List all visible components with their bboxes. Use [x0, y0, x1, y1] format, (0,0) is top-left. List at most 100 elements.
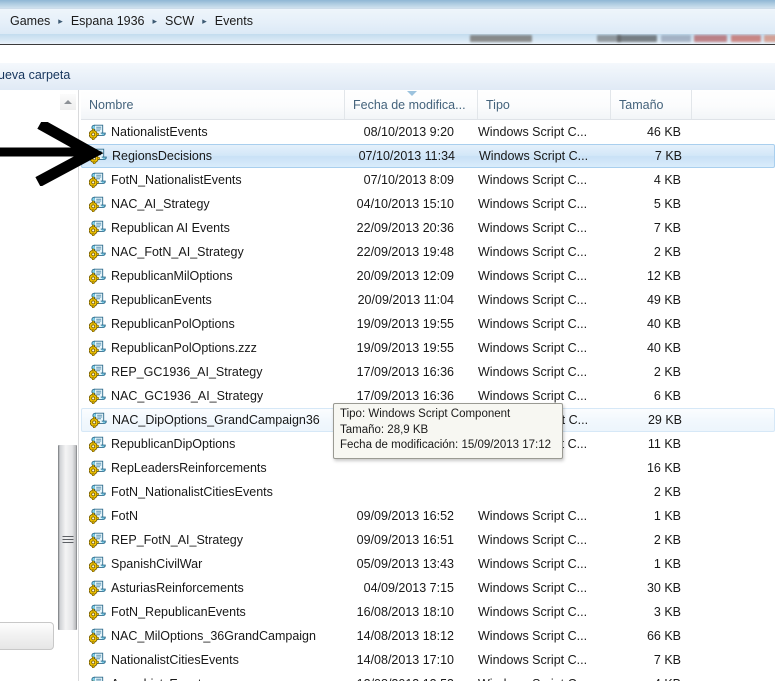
column-header-spacer[interactable] — [692, 90, 775, 119]
file-size-cell: 30 KB — [611, 576, 689, 600]
file-size-cell: 2 KB — [611, 360, 689, 384]
file-date-cell: 14/08/2013 18:12 — [345, 624, 466, 648]
file-date-cell: 07/10/2013 8:09 — [345, 168, 466, 192]
file-size-cell: 3 KB — [611, 600, 689, 624]
scrollbar-thumb[interactable] — [58, 445, 77, 630]
file-name-label: NAC_MilOptions_36GrandCampaign — [111, 629, 316, 643]
file-date-cell — [345, 480, 466, 504]
file-name-cell: RepublicanEvents — [81, 288, 345, 312]
table-row[interactable]: RepublicanPolOptions.zzz19/09/2013 19:55… — [81, 336, 775, 360]
file-name-cell: RepublicanPolOptions — [81, 312, 345, 336]
file-date-cell — [345, 456, 466, 480]
file-name-label: NAC_GC1936_AI_Strategy — [111, 389, 263, 403]
table-row[interactable]: Republican AI Events22/09/2013 20:36Wind… — [81, 216, 775, 240]
file-name-cell: NationalistCitiesEvents — [81, 648, 345, 672]
breadcrumb-separator-icon: ▸ — [153, 17, 158, 26]
table-row[interactable]: RepublicanMilOptions20/09/2013 12:09Wind… — [81, 264, 775, 288]
table-row[interactable]: FotN_RepublicanEvents16/08/2013 18:10Win… — [81, 600, 775, 624]
breadcrumb-item-3[interactable]: Events — [213, 14, 255, 28]
table-row[interactable]: NAC_AI_Strategy04/10/2013 15:10Windows S… — [81, 192, 775, 216]
table-row[interactable]: NationalistCitiesEvents14/08/2013 17:10W… — [81, 648, 775, 672]
file-name-label: REP_GC1936_AI_Strategy — [111, 365, 262, 379]
file-name-label: FotN_NationalistCitiesEvents — [111, 485, 273, 499]
file-name-label: RepublicanEvents — [111, 293, 212, 307]
table-row[interactable]: FotN_NationalistCitiesEvents2 KB — [81, 480, 775, 504]
column-header-tamano[interactable]: Tamaño — [611, 90, 692, 119]
script-component-icon — [89, 268, 106, 284]
file-tooltip: Tipo: Windows Script Component Tamaño: 2… — [333, 403, 563, 459]
file-type-cell: Windows Script C... — [478, 216, 611, 240]
file-name-label: RepublicanPolOptions — [111, 317, 235, 331]
explorer-window: Games ▸ Espana 1936 ▸ SCW ▸ Events ueva … — [0, 0, 775, 681]
file-date-cell: 09/09/2013 16:51 — [345, 528, 466, 552]
script-component-icon — [89, 580, 106, 596]
table-row[interactable]: SpanishCivilWar05/09/2013 13:43Windows S… — [81, 552, 775, 576]
file-name-label: NationalistEvents — [111, 125, 208, 139]
file-type-cell: Windows Script C... — [478, 624, 611, 648]
file-type-cell: Windows Script C... — [478, 648, 611, 672]
file-name-cell: Republican AI Events — [81, 216, 345, 240]
file-size-cell: 2 KB — [611, 528, 689, 552]
file-name-label: FotN — [111, 509, 138, 523]
table-row[interactable]: NationalistEvents08/10/2013 9:20Windows … — [81, 120, 775, 144]
breadcrumb-item-1[interactable]: Espana 1936 — [69, 14, 147, 28]
breadcrumb-item-2[interactable]: SCW — [163, 14, 196, 28]
file-name-cell: NAC_AI_Strategy — [81, 192, 345, 216]
file-name-cell: RepublicanPolOptions.zzz — [81, 336, 345, 360]
file-date-cell: 17/09/2013 16:36 — [345, 360, 466, 384]
file-type-cell — [478, 456, 611, 480]
file-name-cell: REP_FotN_AI_Strategy — [81, 528, 345, 552]
script-component-icon — [89, 676, 106, 681]
tooltip-size-line: Tamaño: 28,9 KB — [340, 423, 556, 439]
table-row[interactable]: NAC_FotN_AI_Strategy22/09/2013 19:48Wind… — [81, 240, 775, 264]
file-name-label: REP_FotN_AI_Strategy — [111, 533, 243, 547]
file-size-cell: 66 KB — [611, 624, 689, 648]
file-type-cell: Windows Script C... — [478, 672, 611, 681]
column-header-nombre[interactable]: Nombre — [81, 90, 345, 119]
scroll-up-button[interactable] — [60, 94, 76, 110]
file-name-cell: NAC_DipOptions_GrandCampaign36 — [82, 409, 346, 431]
table-row[interactable]: FotN_NationalistEvents07/10/2013 8:09Win… — [81, 168, 775, 192]
file-name-label: RepublicanPolOptions.zzz — [111, 341, 257, 355]
table-row[interactable]: REP_FotN_AI_Strategy09/09/2013 16:51Wind… — [81, 528, 775, 552]
table-row[interactable]: FotN09/09/2013 16:52Windows Script C...1… — [81, 504, 775, 528]
file-name-label: RepLeadersReinforcements — [111, 461, 267, 475]
file-type-cell — [478, 480, 611, 504]
table-row[interactable]: REP_GC1936_AI_Strategy17/09/2013 16:36Wi… — [81, 360, 775, 384]
pane-splitter[interactable] — [54, 90, 81, 681]
file-name-label: NAC_FotN_AI_Strategy — [111, 245, 244, 259]
file-name-cell: FotN_RepublicanEvents — [81, 600, 345, 624]
table-row[interactable]: AsturiasReinforcements04/09/2013 7:15Win… — [81, 576, 775, 600]
new-folder-button-label[interactable]: ueva carpeta — [0, 68, 70, 82]
script-component-icon — [89, 172, 106, 188]
column-header-row: Nombre Fecha de modifica... Tipo Tamaño — [81, 90, 775, 120]
script-component-icon — [89, 436, 106, 452]
column-header-tipo[interactable]: Tipo — [478, 90, 611, 119]
file-rows-container: NationalistEvents08/10/2013 9:20Windows … — [81, 120, 775, 681]
file-size-cell: 46 KB — [611, 120, 689, 144]
table-row[interactable]: RegionsDecisions07/10/2013 11:34Windows … — [81, 144, 775, 168]
file-name-cell: AsturiasReinforcements — [81, 576, 345, 600]
navigation-pane-item[interactable] — [0, 622, 54, 650]
script-component-icon — [89, 628, 106, 644]
table-row[interactable]: RepublicanEvents20/09/2013 11:04Windows … — [81, 288, 775, 312]
file-name-cell: NationalistEvents — [81, 120, 345, 144]
file-size-cell: 7 KB — [612, 145, 690, 167]
file-type-cell: Windows Script C... — [478, 120, 611, 144]
table-row[interactable]: RepublicanPolOptions19/09/2013 19:55Wind… — [81, 312, 775, 336]
file-type-cell: Windows Script C... — [478, 288, 611, 312]
file-name-cell: NAC_FotN_AI_Strategy — [81, 240, 345, 264]
breadcrumb-item-0[interactable]: Games — [8, 14, 52, 28]
file-size-cell: 4 KB — [611, 168, 689, 192]
table-row[interactable]: RepLeadersReinforcements16 KB — [81, 456, 775, 480]
column-header-fecha[interactable]: Fecha de modifica... — [345, 90, 478, 119]
script-component-icon — [89, 196, 106, 212]
table-row[interactable]: AnarchistsEvents12/08/2013 13:53Windows … — [81, 672, 775, 681]
script-component-icon — [89, 244, 106, 260]
script-component-icon — [89, 364, 106, 380]
file-name-cell: RepublicanMilOptions — [81, 264, 345, 288]
table-row[interactable]: NAC_MilOptions_36GrandCampaign 14/08/2013… — [81, 624, 775, 648]
file-size-cell: 11 KB — [611, 432, 689, 456]
file-type-cell: Windows Script C... — [478, 240, 611, 264]
file-type-cell: Windows Script C... — [478, 312, 611, 336]
